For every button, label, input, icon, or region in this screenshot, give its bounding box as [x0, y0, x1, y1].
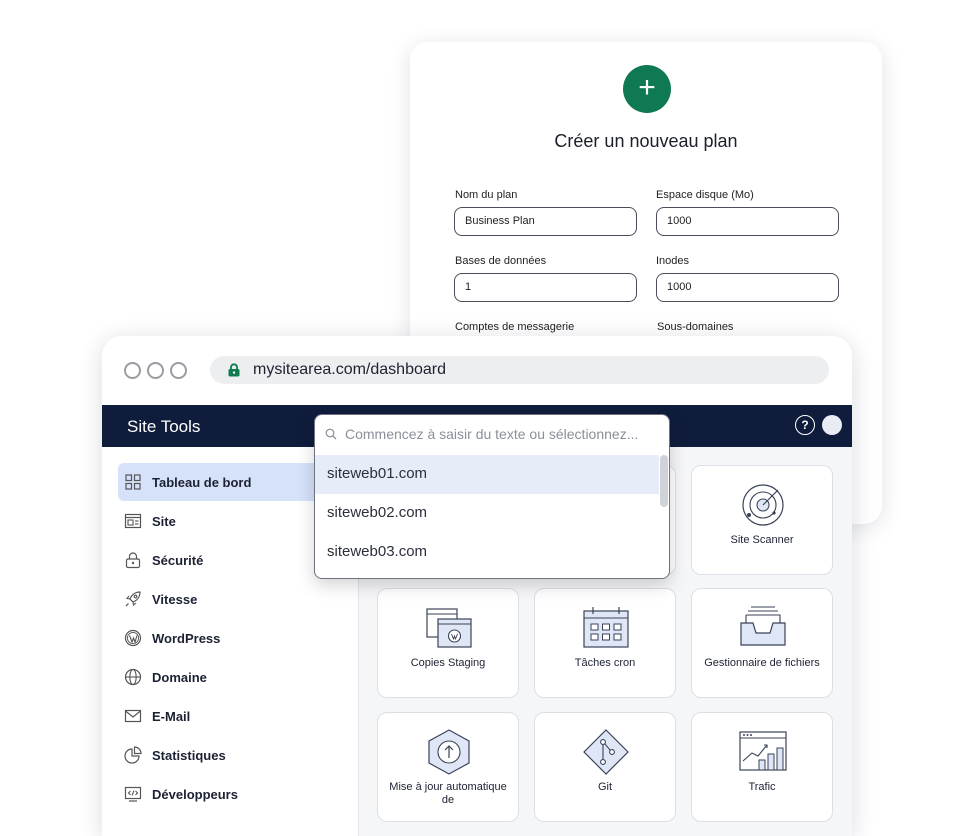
- plan-name-label: Nom du plan: [455, 189, 518, 201]
- code-icon: [124, 786, 142, 802]
- dropdown-scrollbar[interactable]: [660, 455, 668, 507]
- sidebar-item-domain[interactable]: Domaine: [118, 658, 350, 696]
- plan-form-title: Créer un nouveau plan: [554, 131, 738, 151]
- wordpress-icon: [124, 629, 142, 647]
- window-maximize-dot[interactable]: [170, 362, 187, 379]
- tool-tile-traffic[interactable]: Trafic: [691, 712, 833, 822]
- pie-chart-icon: [124, 746, 142, 764]
- email-accounts-label: Comptes de messagerie: [455, 321, 575, 333]
- add-plan-button[interactable]: +: [623, 65, 671, 113]
- staging-icon: [426, 608, 472, 648]
- site-icon: [124, 513, 142, 529]
- url-text: mysitearea.com/dashboard: [253, 361, 446, 378]
- sidebar-item-label: Vitesse: [152, 592, 198, 607]
- sidebar-item-label: E-Mail: [152, 709, 191, 724]
- site-search-input[interactable]: Commencez à saisir du texte ou sélection…: [345, 426, 638, 442]
- avatar[interactable]: [822, 415, 842, 435]
- browser-chrome: mysitearea.com/dashboard: [102, 336, 852, 404]
- globe-icon: [124, 668, 142, 686]
- site-option[interactable]: siteweb01.com: [315, 455, 659, 494]
- tile-label: Git: [597, 781, 613, 793]
- tile-label: Gestionnaire de fichiers: [704, 657, 820, 669]
- sidebar-item-label: Sécurité: [152, 553, 204, 568]
- search-icon: [325, 428, 337, 440]
- tile-label: Copies Staging: [410, 657, 486, 669]
- lock-icon: [125, 552, 141, 569]
- tile-label: Site Scanner: [730, 534, 794, 546]
- tool-tile-cron[interactable]: Tâches cron: [534, 588, 676, 698]
- traffic-chart-icon: [739, 731, 787, 771]
- dashboard-icon: [125, 474, 141, 490]
- plan-name-input[interactable]: Business Plan: [454, 207, 637, 236]
- lock-icon: [228, 363, 240, 377]
- site-option[interactable]: siteweb03.com: [315, 533, 659, 572]
- window-minimize-dot[interactable]: [147, 362, 164, 379]
- site-option-label: siteweb03.com: [327, 543, 428, 560]
- subdomains-label: Sous-domaines: [657, 321, 734, 333]
- sidebar-item-email[interactable]: E-Mail: [118, 697, 350, 735]
- site-option-label: siteweb01.com: [327, 465, 428, 482]
- file-tray-icon: [740, 606, 786, 646]
- git-icon: [583, 729, 629, 775]
- window-close-dot[interactable]: [124, 362, 141, 379]
- sidebar-item-developers[interactable]: Développeurs: [118, 775, 350, 813]
- sidebar-item-speed[interactable]: Vitesse: [118, 580, 350, 618]
- sidebar-item-label: Domaine: [152, 670, 207, 685]
- sidebar-item-label: WordPress: [152, 631, 221, 646]
- browser-window: mysitearea.com/dashboard Site Tools ? Ta…: [102, 336, 852, 836]
- tool-tile-git[interactable]: Git: [534, 712, 676, 822]
- sidebar-item-label: Tableau de bord: [152, 475, 252, 490]
- site-select-dropdown[interactable]: Commencez à saisir du texte ou sélection…: [314, 414, 670, 579]
- inodes-input[interactable]: 1000: [656, 273, 839, 302]
- tile-label: Trafic: [748, 781, 776, 793]
- sidebar-item-label: Site: [152, 514, 176, 529]
- help-icon[interactable]: ?: [795, 415, 815, 435]
- disk-space-input[interactable]: 1000: [656, 207, 839, 236]
- calendar-icon: [583, 607, 629, 648]
- tool-tile-file-manager[interactable]: Gestionnaire de fichiers: [691, 588, 833, 698]
- databases-input[interactable]: 1: [454, 273, 637, 302]
- address-bar[interactable]: mysitearea.com/dashboard: [210, 356, 829, 384]
- tile-label: Tâches cron: [574, 657, 636, 669]
- update-arrow-icon: [428, 729, 470, 775]
- sidebar-item-wordpress[interactable]: WordPress: [118, 619, 350, 657]
- sidebar-item-label: Statistiques: [152, 748, 226, 763]
- mail-icon: [124, 709, 142, 723]
- disk-space-label: Espace disque (Mo): [656, 189, 754, 201]
- sidebar-item-label: Développeurs: [152, 787, 238, 802]
- radar-icon: [742, 484, 784, 526]
- databases-label: Bases de données: [455, 255, 547, 267]
- sidebar-item-statistics[interactable]: Statistiques: [118, 736, 350, 774]
- site-option[interactable]: siteweb02.com: [315, 494, 659, 533]
- tile-label: Mise à jour automatique de: [389, 781, 507, 806]
- inodes-label: Inodes: [656, 255, 690, 267]
- tool-tile-auto-update[interactable]: Mise à jour automatique de: [377, 712, 519, 822]
- rocket-icon: [125, 591, 141, 607]
- brand-title: Site Tools: [127, 417, 201, 436]
- tool-tile-staging[interactable]: Copies Staging: [377, 588, 519, 698]
- site-option-label: siteweb02.com: [327, 504, 428, 521]
- tool-tile-site-scanner[interactable]: Site Scanner: [691, 465, 833, 575]
